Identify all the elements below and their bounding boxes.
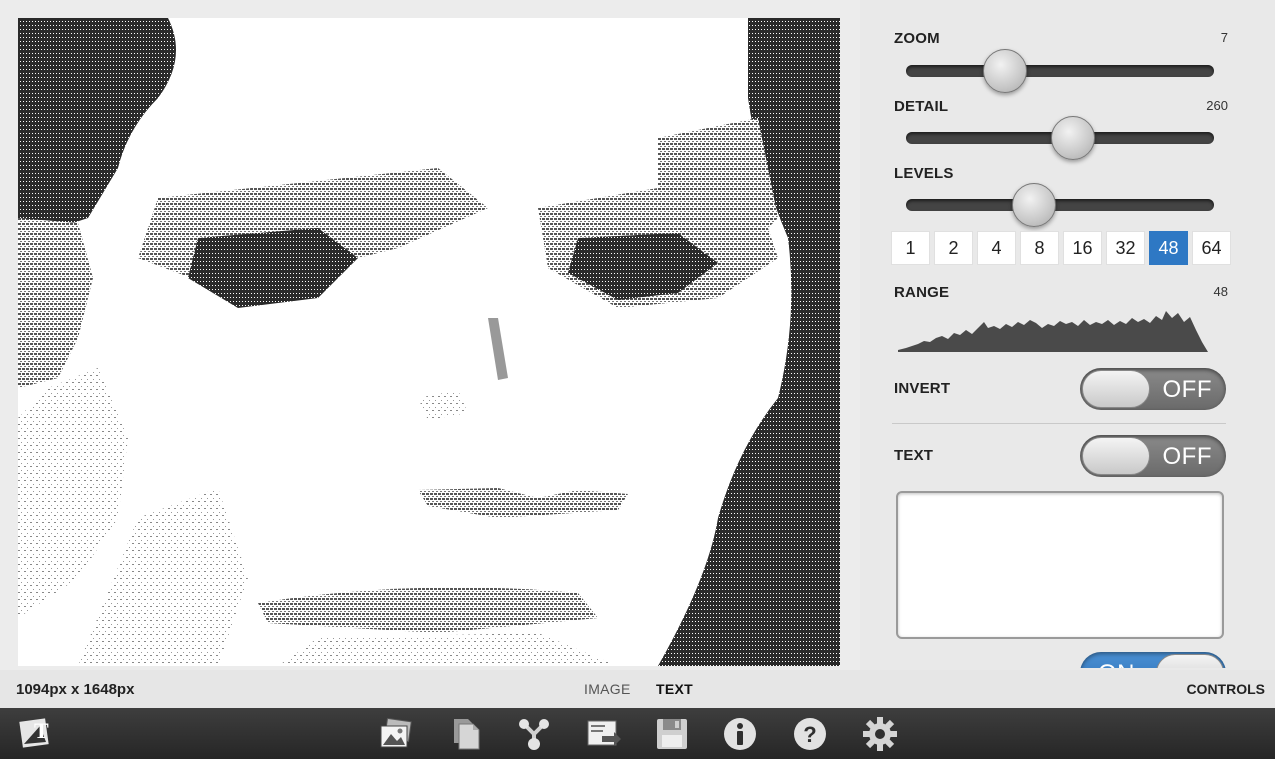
share-icon[interactable] bbox=[516, 716, 552, 752]
gallery-icon[interactable] bbox=[378, 716, 414, 752]
level-button-8[interactable]: 8 bbox=[1020, 231, 1059, 265]
custom-text-input[interactable] bbox=[896, 491, 1224, 639]
ascii-art-image bbox=[18, 18, 840, 666]
level-button-48[interactable]: 48 bbox=[1149, 231, 1188, 265]
tab-image[interactable]: IMAGE bbox=[584, 681, 631, 697]
range-value: 48 bbox=[1213, 284, 1228, 299]
level-button-64[interactable]: 64 bbox=[1192, 231, 1231, 265]
range-histogram[interactable] bbox=[898, 308, 1210, 352]
settings-icon[interactable] bbox=[862, 716, 898, 752]
canvas-area bbox=[0, 0, 860, 670]
text-toggle-knob bbox=[1082, 437, 1150, 475]
repeat-toggle-knob bbox=[1156, 654, 1224, 668]
documents-icon[interactable] bbox=[448, 716, 484, 752]
tab-text[interactable]: TEXT bbox=[656, 681, 693, 697]
zoom-label: ZOOM bbox=[894, 30, 940, 47]
detail-slider[interactable] bbox=[906, 116, 1214, 160]
invert-toggle-state: OFF bbox=[1162, 376, 1212, 403]
repeat-toggle[interactable]: ON bbox=[1080, 652, 1226, 668]
level-buttons: 1 2 4 8 16 32 48 64 bbox=[891, 231, 1231, 265]
text-label: TEXT bbox=[894, 447, 934, 464]
text-toggle-state: OFF bbox=[1162, 443, 1212, 470]
app-logo-icon[interactable]: T bbox=[18, 714, 58, 754]
levels-label: LEVELS bbox=[894, 165, 954, 182]
detail-value: 260 bbox=[1206, 98, 1228, 113]
repeat-toggle-state: ON bbox=[1098, 660, 1135, 668]
text-toggle[interactable]: OFF bbox=[1080, 435, 1226, 477]
controls-panel: ZOOM 7 DETAIL 260 LEVELS 1 2 4 8 16 32 4… bbox=[878, 18, 1258, 668]
divider bbox=[892, 423, 1226, 424]
level-button-32[interactable]: 32 bbox=[1106, 231, 1145, 265]
level-button-2[interactable]: 2 bbox=[934, 231, 973, 265]
invert-label: INVERT bbox=[894, 380, 951, 397]
invert-toggle-knob bbox=[1082, 370, 1150, 408]
level-button-1[interactable]: 1 bbox=[891, 231, 930, 265]
save-icon[interactable] bbox=[654, 716, 690, 752]
zoom-slider-thumb[interactable] bbox=[983, 49, 1027, 93]
zoom-slider[interactable] bbox=[906, 49, 1214, 93]
invert-toggle[interactable]: OFF bbox=[1080, 368, 1226, 410]
info-icon[interactable] bbox=[722, 716, 758, 752]
ascii-art-preview[interactable] bbox=[18, 18, 840, 666]
detail-slider-thumb[interactable] bbox=[1051, 116, 1095, 160]
range-label: RANGE bbox=[894, 284, 950, 301]
levels-slider-thumb[interactable] bbox=[1012, 183, 1056, 227]
export-icon[interactable] bbox=[586, 716, 622, 752]
bottom-toolbar: T ? bbox=[0, 708, 1275, 759]
level-button-4[interactable]: 4 bbox=[977, 231, 1016, 265]
svg-text:?: ? bbox=[803, 722, 816, 747]
controls-toggle[interactable]: CONTROLS bbox=[1186, 681, 1265, 697]
detail-label: DETAIL bbox=[894, 98, 949, 115]
level-button-16[interactable]: 16 bbox=[1063, 231, 1102, 265]
help-icon[interactable]: ? bbox=[792, 716, 828, 752]
status-bar: 1094px x 1648px IMAGE TEXT CONTROLS bbox=[0, 670, 1275, 708]
svg-text:T: T bbox=[34, 718, 49, 743]
levels-slider[interactable] bbox=[906, 183, 1214, 227]
zoom-value: 7 bbox=[1220, 30, 1228, 45]
image-dimensions: 1094px x 1648px bbox=[16, 681, 135, 698]
